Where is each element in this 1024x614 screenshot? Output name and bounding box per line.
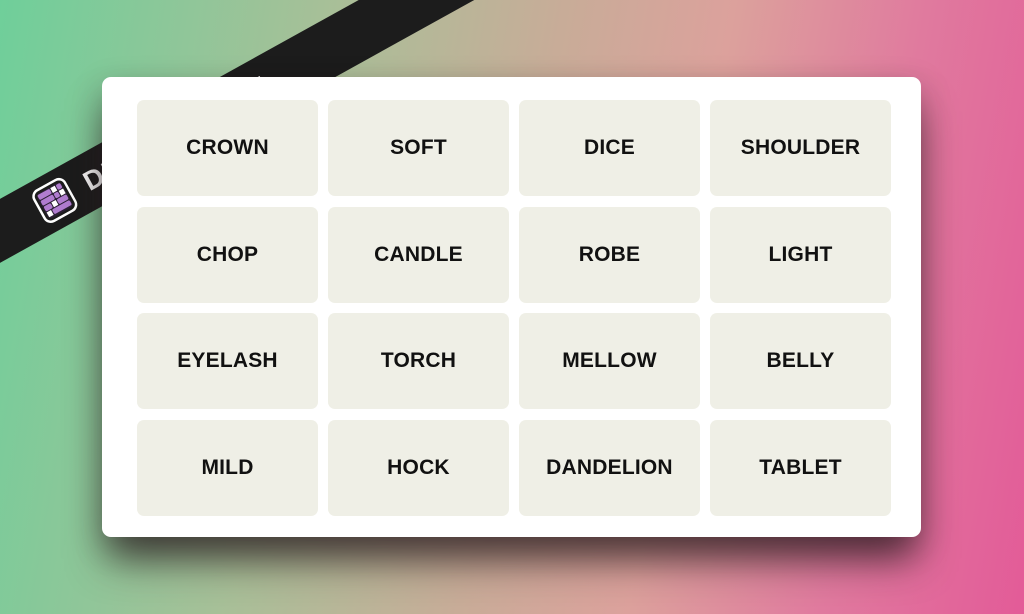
word-tile[interactable]: MILD	[137, 419, 318, 516]
word-label: SHOULDER	[740, 136, 861, 159]
game-board-panel: CROWN SOFT DICE SHOULDER CHOP CANDLE ROB…	[102, 77, 921, 537]
word-tile[interactable]: SHOULDER	[710, 100, 891, 196]
word-label: EYELASH	[177, 349, 278, 372]
word-label: SOFT	[390, 136, 447, 159]
word-tile[interactable]: CANDLE	[328, 206, 509, 303]
word-tile[interactable]: CHOP	[137, 206, 318, 303]
word-tile[interactable]: DICE	[519, 100, 700, 196]
word-label: CROWN	[186, 136, 269, 159]
word-label: HOCK	[387, 455, 450, 479]
word-label: MILD	[201, 455, 254, 479]
word-label: BELLY	[766, 349, 835, 372]
word-label: DICE	[584, 136, 635, 159]
word-tile[interactable]: HOCK	[328, 419, 509, 516]
word-label: CHOP	[196, 242, 259, 266]
word-tile[interactable]: MELLOW	[519, 313, 700, 409]
word-label: MELLOW	[562, 349, 657, 372]
word-tile[interactable]: ROBE	[519, 206, 700, 303]
word-tile[interactable]: EYELASH	[137, 313, 318, 409]
word-label: TABLET	[759, 455, 842, 479]
word-tile[interactable]: LIGHT	[710, 206, 891, 303]
word-tile[interactable]: TORCH	[328, 313, 509, 409]
connections-grid-icon	[32, 177, 78, 224]
word-label: LIGHT	[768, 242, 833, 266]
word-label: TORCH	[380, 349, 457, 372]
word-tile[interactable]: CROWN	[137, 100, 318, 196]
word-label: ROBE	[578, 242, 641, 266]
word-grid: CROWN SOFT DICE SHOULDER CHOP CANDLE ROB…	[137, 100, 891, 516]
word-label: DANDELION	[546, 455, 673, 479]
word-tile[interactable]: DANDELION	[519, 419, 700, 516]
word-label: CANDLE	[374, 242, 463, 266]
word-tile[interactable]: SOFT	[328, 100, 509, 196]
word-tile[interactable]: BELLY	[710, 313, 891, 409]
word-tile[interactable]: TABLET	[710, 419, 891, 516]
